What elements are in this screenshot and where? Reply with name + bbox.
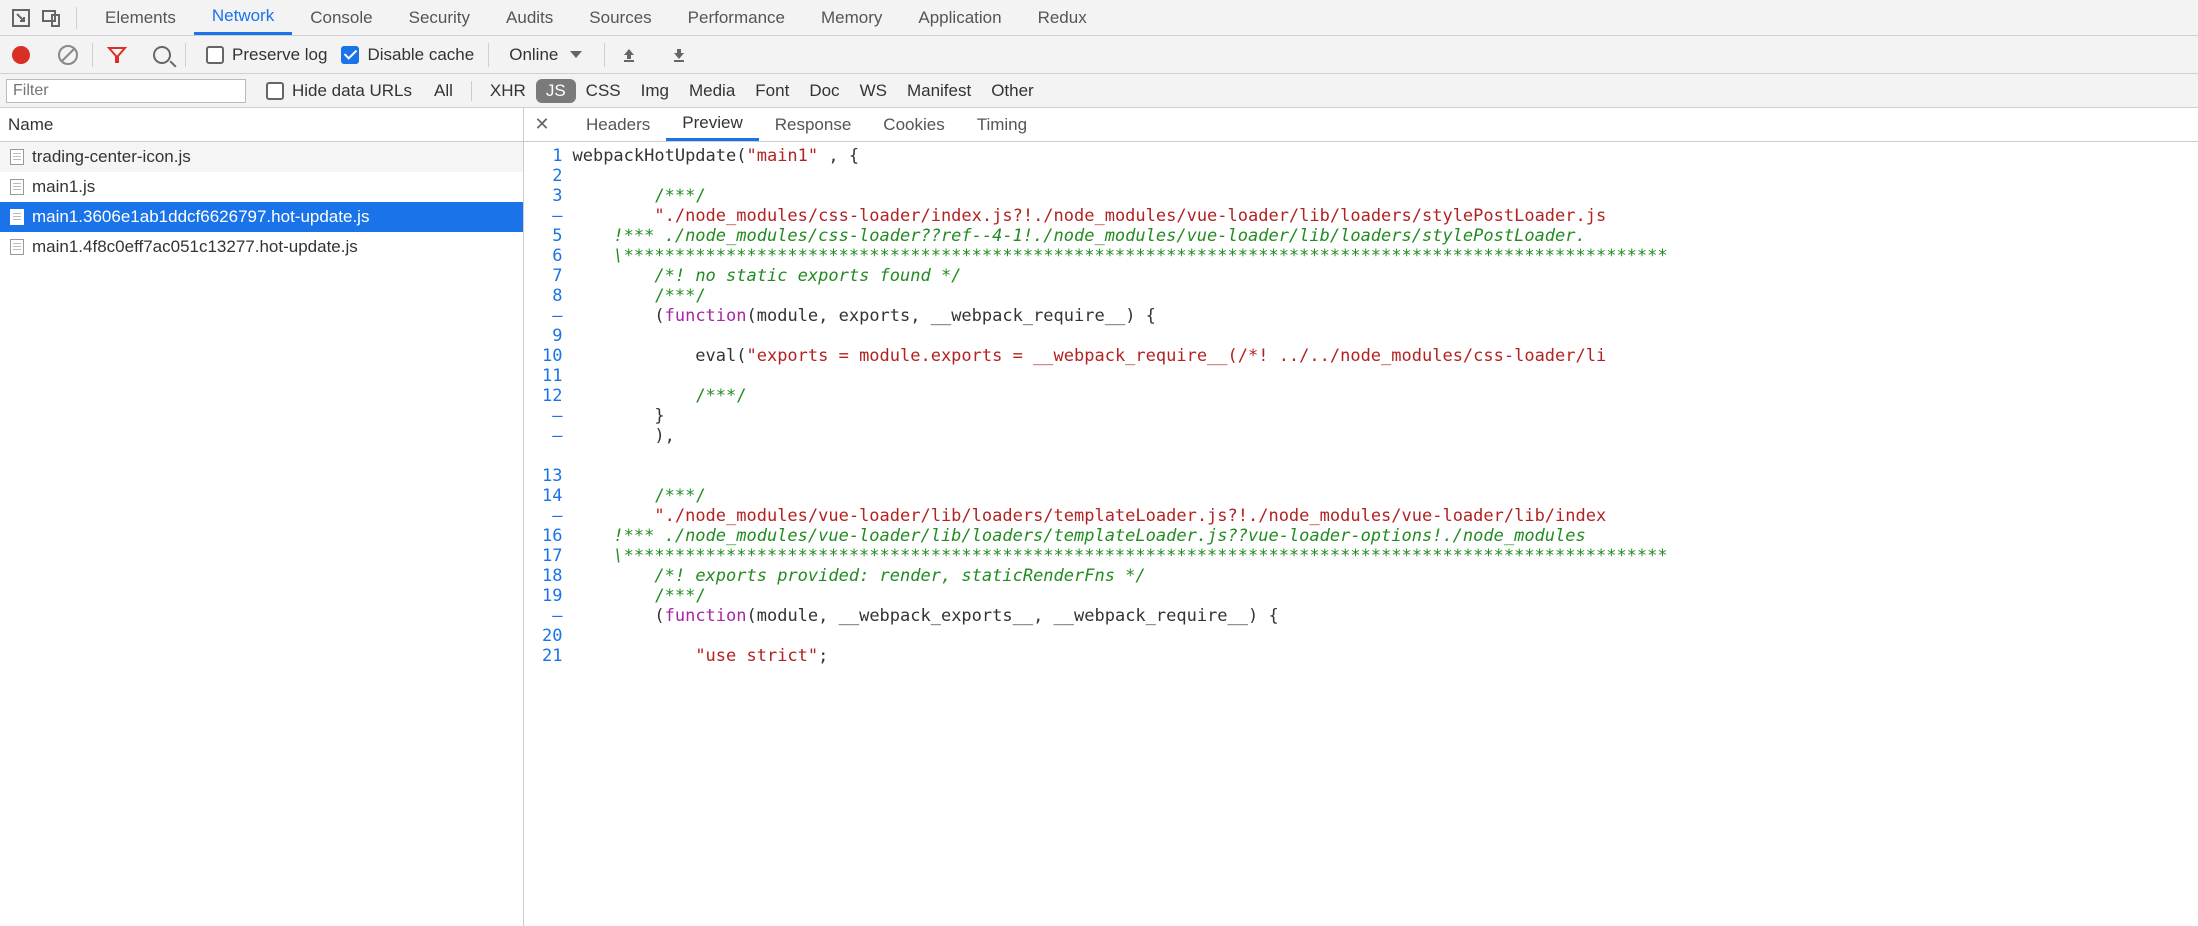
throttling-select[interactable]: Online [503,43,590,67]
detail-tab-cookies[interactable]: Cookies [867,108,960,141]
filter-type-ws[interactable]: WS [850,79,897,103]
request-row[interactable]: main1.4f8c0eff7ac051c13277.hot-update.js [0,232,523,262]
divider [471,81,472,101]
request-row[interactable]: main1.3606e1ab1ddcf6626797.hot-update.js [0,202,523,232]
request-name: main1.4f8c0eff7ac051c13277.hot-update.js [32,237,358,257]
tab-memory[interactable]: Memory [803,0,900,35]
detail-pane: ✕ HeadersPreviewResponseCookiesTiming 1 … [524,108,2198,926]
name-column-header[interactable]: Name [0,108,523,142]
filter-icon[interactable] [107,45,127,65]
divider [76,7,77,29]
file-icon [10,209,24,225]
filter-bar: Hide data URLs All XHRJSCSSImgMediaFontD… [0,74,2198,108]
chevron-down-icon [570,51,582,58]
file-icon [10,239,24,255]
tab-audits[interactable]: Audits [488,0,571,35]
tab-network[interactable]: Network [194,0,292,35]
filter-type-css[interactable]: CSS [576,79,631,103]
filter-type-other[interactable]: Other [981,79,1044,103]
response-preview[interactable]: 1 2 3 – 5 6 7 8 – 9 10 11 12 – – 13 14 –… [524,142,2198,926]
record-button[interactable] [12,46,30,64]
request-name: main1.js [32,177,95,197]
detail-tab-preview[interactable]: Preview [666,108,758,141]
preserve-log-label: Preserve log [232,45,327,65]
tab-application[interactable]: Application [900,0,1019,35]
download-icon[interactable] [669,45,689,65]
search-icon[interactable] [153,46,171,64]
filter-type-xhr[interactable]: XHR [480,79,536,103]
filter-type-all[interactable]: All [424,79,463,103]
disable-cache-checkbox[interactable]: Disable cache [341,45,474,65]
detail-tab-headers[interactable]: Headers [570,108,666,141]
file-icon [10,149,24,165]
code-content: webpackHotUpdate("main1" , { /***/ "./no… [572,142,1667,926]
device-toggle-icon[interactable] [36,3,66,33]
filter-type-js[interactable]: JS [536,79,576,103]
filter-input[interactable] [6,79,246,103]
filter-type-font[interactable]: Font [745,79,799,103]
hide-data-urls-checkbox[interactable]: Hide data URLs [266,81,412,101]
request-name: main1.3606e1ab1ddcf6626797.hot-update.js [32,207,369,227]
inspect-icon[interactable] [6,3,36,33]
filter-type-manifest[interactable]: Manifest [897,79,981,103]
hide-data-urls-label: Hide data URLs [292,81,412,101]
tab-console[interactable]: Console [292,0,390,35]
detail-tabs: ✕ HeadersPreviewResponseCookiesTiming [524,108,2198,142]
upload-icon[interactable] [619,45,639,65]
detail-tab-timing[interactable]: Timing [961,108,1043,141]
disable-cache-label: Disable cache [367,45,474,65]
divider [92,43,93,67]
divider [185,43,186,67]
request-name: trading-center-icon.js [32,147,191,167]
detail-tab-response[interactable]: Response [759,108,868,141]
throttling-value: Online [509,45,558,64]
network-toolbar: Preserve log Disable cache Online [0,36,2198,74]
divider [488,43,489,67]
request-list: Name trading-center-icon.js main1.js main1… [0,108,524,926]
devtools-tabs: ElementsNetworkConsoleSecurityAuditsSour… [0,0,2198,36]
close-icon[interactable]: ✕ [530,113,554,137]
line-gutter: 1 2 3 – 5 6 7 8 – 9 10 11 12 – – 13 14 –… [524,142,572,926]
clear-button[interactable] [58,45,78,65]
filter-type-media[interactable]: Media [679,79,745,103]
tab-performance[interactable]: Performance [670,0,803,35]
request-row[interactable]: trading-center-icon.js [0,142,523,172]
tab-security[interactable]: Security [391,0,488,35]
filter-type-img[interactable]: Img [631,79,679,103]
tab-redux[interactable]: Redux [1020,0,1105,35]
tab-elements[interactable]: Elements [87,0,194,35]
filter-type-doc[interactable]: Doc [799,79,849,103]
file-icon [10,179,24,195]
request-row[interactable]: main1.js [0,172,523,202]
tab-sources[interactable]: Sources [571,0,669,35]
divider [604,43,605,67]
preserve-log-checkbox[interactable]: Preserve log [206,45,327,65]
